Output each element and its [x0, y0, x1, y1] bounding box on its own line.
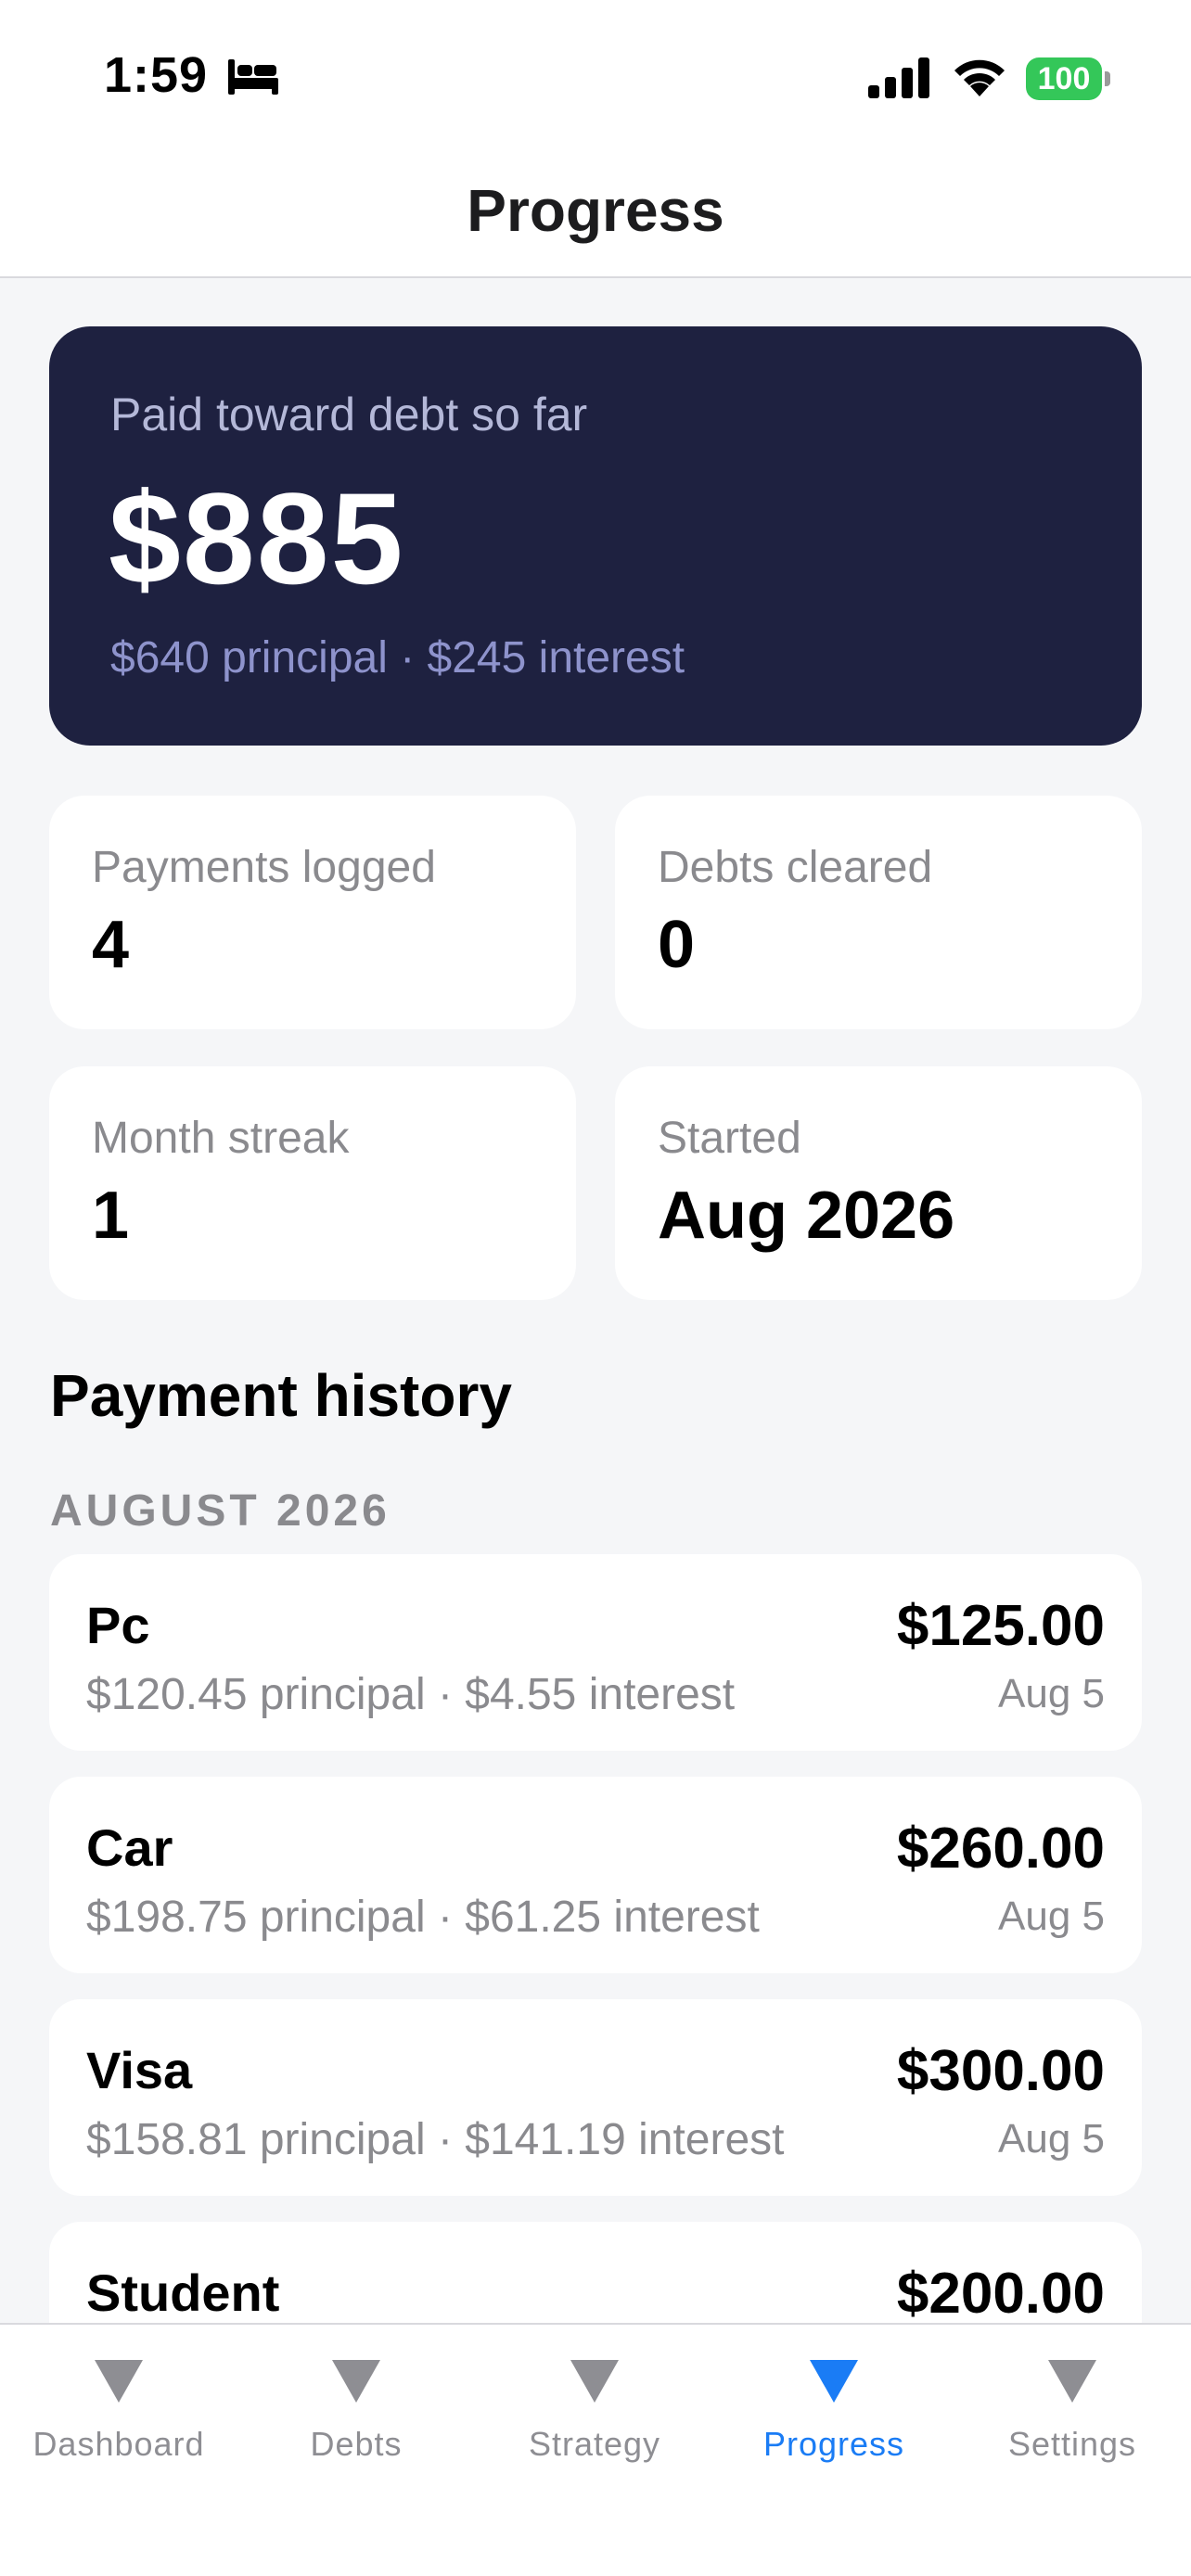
payment-amount: $260.00 — [896, 1817, 1105, 1881]
payment-history-title: Payment history — [50, 1362, 512, 1429]
battery-indicator: 100 — [1026, 57, 1110, 100]
stat-label: Month streak — [92, 1114, 350, 1163]
stat-label: Debts cleared — [658, 843, 933, 892]
battery-cap — [1105, 71, 1110, 86]
triangle-icon — [1048, 2360, 1096, 2403]
stat-value: 4 — [92, 908, 130, 982]
payment-row-visa[interactable]: Visa $158.81 principal · $141.19 interes… — [49, 1999, 1142, 2196]
progress-screen: 1:59 100 Progress Paid toward debt so fa… — [0, 0, 1191, 2576]
total-paid-card: Paid toward debt so far $885 $640 princi… — [49, 326, 1142, 746]
month-section-header: AUGUST 2026 — [50, 1486, 391, 1536]
payment-debt-name: Car — [86, 1818, 173, 1877]
navigation-bar: Progress — [0, 158, 1191, 278]
payment-amount: $300.00 — [896, 2039, 1105, 2103]
payment-debt-name: Student — [86, 2264, 280, 2322]
tab-debts[interactable]: Debts — [237, 2325, 475, 2510]
total-paid-breakdown: $640 principal · $245 interest — [110, 633, 685, 682]
tab-label: Settings — [1007, 2425, 1137, 2463]
tab-label: Progress — [762, 2425, 905, 2463]
tab-dashboard[interactable]: Dashboard — [0, 2325, 237, 2510]
battery-level: 100 — [1037, 61, 1091, 96]
payment-row-pc[interactable]: Pc $120.45 principal · $4.55 interest $1… — [49, 1554, 1142, 1751]
wifi-icon — [954, 59, 1005, 96]
stat-value: 1 — [92, 1179, 130, 1253]
triangle-icon — [570, 2360, 619, 2403]
total-paid-label: Paid toward debt so far — [110, 389, 588, 440]
tab-progress[interactable]: Progress — [715, 2325, 953, 2510]
stat-label: Payments logged — [92, 843, 436, 892]
payment-breakdown: $198.75 principal · $61.25 interest — [86, 1893, 760, 1942]
payment-amount: $200.00 — [896, 2262, 1105, 2326]
cellular-signal-icon — [868, 57, 929, 98]
tab-bar: Dashboard Debts Strategy Progress Settin… — [0, 2323, 1191, 2576]
payment-debt-name: Visa — [86, 2041, 193, 2099]
triangle-icon — [332, 2360, 380, 2403]
triangle-icon — [810, 2360, 858, 2403]
payment-debt-name: Pc — [86, 1596, 150, 1654]
bed-icon — [228, 59, 278, 95]
stat-card-debts-cleared: Debts cleared 0 — [615, 796, 1142, 1029]
tab-settings[interactable]: Settings — [954, 2325, 1191, 2510]
status-time: 1:59 — [104, 47, 209, 103]
stat-value: 0 — [658, 908, 696, 982]
tab-label: Dashboard — [32, 2425, 205, 2463]
payment-date: Aug 5 — [998, 2116, 1105, 2162]
page-title: Progress — [467, 177, 724, 244]
stat-value: Aug 2026 — [658, 1179, 955, 1253]
payment-date: Aug 5 — [998, 1671, 1105, 1716]
stat-card-payments-logged: Payments logged 4 — [49, 796, 576, 1029]
tab-label: Strategy — [528, 2425, 661, 2463]
payment-amount: $125.00 — [896, 1594, 1105, 1658]
status-bar: 1:59 100 — [0, 0, 1191, 158]
total-paid-amount: $885 — [109, 465, 405, 611]
payment-row-car[interactable]: Car $198.75 principal · $61.25 interest … — [49, 1777, 1142, 1973]
stat-card-month-streak: Month streak 1 — [49, 1066, 576, 1300]
payment-date: Aug 5 — [998, 1894, 1105, 1939]
stat-label: Started — [658, 1114, 801, 1163]
payment-breakdown: $120.45 principal · $4.55 interest — [86, 1670, 736, 1719]
tab-strategy[interactable]: Strategy — [476, 2325, 713, 2510]
triangle-icon — [95, 2360, 143, 2403]
payment-breakdown: $158.81 principal · $141.19 interest — [86, 2115, 785, 2164]
stat-card-started: Started Aug 2026 — [615, 1066, 1142, 1300]
tab-label: Debts — [310, 2425, 403, 2463]
